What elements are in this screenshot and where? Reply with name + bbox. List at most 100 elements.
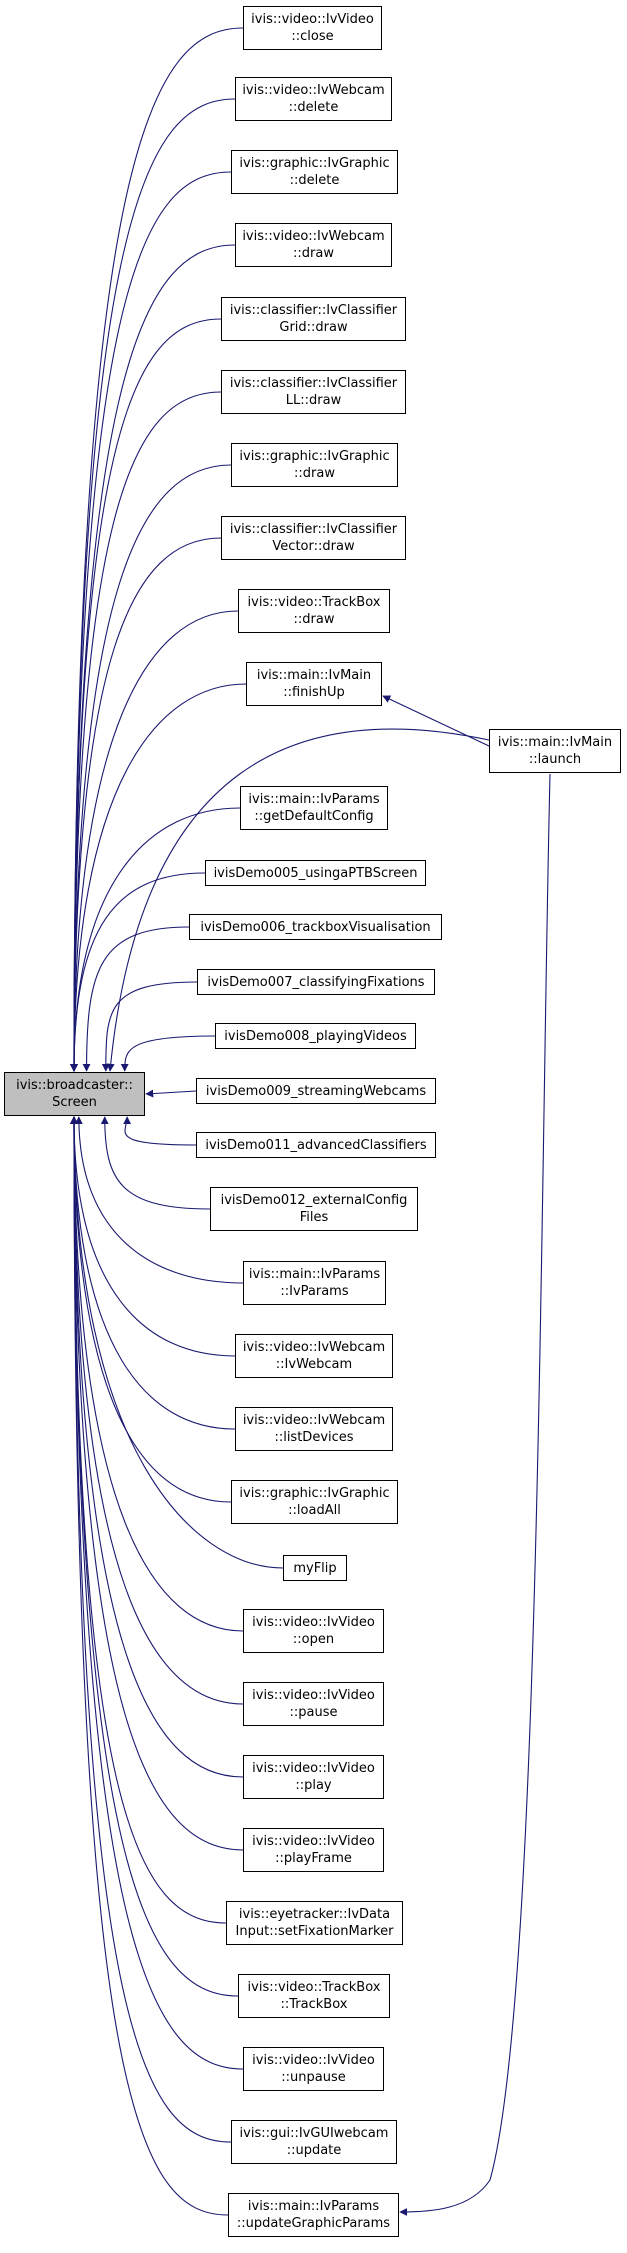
call-graph: ivis::broadcaster:: Screen ivis::main::I…	[0, 0, 627, 2253]
caller-node-line1: ivisDemo007_classifyingFixations	[207, 974, 425, 990]
caller-node[interactable]: ivis::eyetracker::IvDataInput::setFixati…	[226, 1901, 403, 1945]
caller-node[interactable]: ivis::video::IvWebcam::listDevices	[235, 1407, 393, 1451]
caller-node[interactable]: ivis::classifier::IvClassifierGrid::draw	[221, 297, 406, 341]
caller-node-line2: ::update	[286, 2143, 342, 2158]
caller-node-line2: ::IvParams	[280, 1284, 349, 1299]
caller-node-line2: ::finishUp	[283, 685, 345, 700]
edge-caller-to-screen	[100, 1116, 211, 1210]
caller-node[interactable]: ivis::graphic::IvGraphic::delete	[231, 150, 398, 194]
caller-node-line1: ivis::main::IvMain	[256, 668, 372, 683]
edge-caller-to-screen	[70, 872, 206, 1072]
caller-node[interactable]: ivis::video::IvWebcam::delete	[235, 77, 392, 121]
caller-node-line2: Grid::draw	[279, 320, 348, 335]
caller-node-line2: ::pause	[289, 1705, 338, 1720]
edge-caller-to-screen	[70, 610, 239, 1072]
caller-node-line2: ::play	[295, 1778, 332, 1793]
caller-node[interactable]: ivis::classifier::IvClassifierVector::dr…	[221, 516, 406, 560]
caller-node[interactable]: ivis::video::IvVideo::playFrame	[243, 1828, 384, 1872]
caller-node[interactable]: ivis::graphic::IvGraphic::loadAll	[231, 1480, 398, 1524]
edge-caller-to-screen	[123, 1116, 197, 1146]
edge-caller-to-screen	[70, 244, 236, 1072]
caller-node-line1: ivisDemo005_usingaPTBScreen	[213, 865, 418, 881]
caller-node[interactable]: ivis::main::IvMain::finishUp	[246, 662, 382, 706]
caller-node-line2: LL::draw	[285, 393, 342, 408]
caller-node[interactable]: ivisDemo006_trackboxVisualisation	[189, 914, 442, 940]
root-node-screen: ivis::broadcaster:: Screen	[4, 1072, 145, 1116]
caller-node-line1: ivis::graphic::IvGraphic	[239, 156, 390, 171]
caller-node-line1: ivis::video::IvVideo	[252, 2053, 375, 2068]
caller-node-line2: Input::setFixationMarker	[235, 1924, 394, 1939]
caller-node-line1: ivisDemo009_streamingWebcams	[205, 1083, 427, 1099]
caller-node-line1: ivis::video::IvVideo	[252, 1761, 375, 1776]
caller-node-line1: ivisDemo008_playingVideos	[224, 1028, 407, 1044]
edge-caller-to-screen	[70, 1116, 232, 2143]
caller-node[interactable]: ivisDemo011_advancedClassifiers	[196, 1132, 436, 1158]
root-node-line2: Screen	[52, 1095, 97, 1110]
caller-node-line2: Vector::draw	[272, 539, 355, 554]
caller-node[interactable]: ivis::main::IvParams::IvParams	[243, 1261, 386, 1305]
caller-node-line1: ivis::video::TrackBox	[247, 595, 381, 610]
root-node-line1: ivis::broadcaster::	[16, 1078, 133, 1093]
edge-caller-to-screen	[70, 1116, 239, 1997]
caller-node-line2: ::delete	[288, 100, 339, 115]
caller-node-line2: ::listDevices	[274, 1430, 354, 1445]
caller-node[interactable]: ivis::gui::IvGUIwebcam::update	[231, 2120, 397, 2164]
caller-node[interactable]: myFlip	[283, 1555, 347, 1581]
caller-node-line2: ::updateGraphicParams	[236, 2216, 391, 2231]
caller-node[interactable]: ivis::video::IvVideo::unpause	[243, 2047, 384, 2091]
caller-node-line1: ivis::video::IvWebcam	[242, 229, 385, 244]
caller-node[interactable]: ivis::video::TrackBox::draw	[238, 589, 390, 633]
caller-node-line2: ::IvWebcam	[275, 1357, 353, 1372]
caller-node-line2: ::loadAll	[288, 1503, 341, 1518]
caller-node-line1: ivis::main::IvParams	[247, 2199, 380, 2214]
edge-caller-to-screen	[101, 981, 198, 1072]
caller-node-line1: ivis::classifier::IvClassifier	[229, 303, 398, 318]
caller-node[interactable]: ivis::video::IvVideo::pause	[243, 1682, 384, 1726]
caller-node[interactable]: ivis::video::IvWebcam::IvWebcam	[235, 1334, 393, 1378]
caller-node-line1: ivis::video::IvVideo	[252, 1615, 375, 1630]
caller-node-line1: ivis::gui::IvGUIwebcam	[239, 2126, 389, 2141]
edge-caller-to-screen	[70, 1116, 232, 1503]
caller-node[interactable]: ivisDemo007_classifyingFixations	[197, 969, 435, 995]
caller-node[interactable]: ivis::video::IvVideo::play	[243, 1755, 384, 1799]
node-ivmain-launch[interactable]: ivis::main::IvMain ::launch	[489, 729, 621, 773]
caller-node[interactable]: ivis::video::IvVideo::open	[243, 1609, 384, 1653]
caller-node[interactable]: ivis::video::IvWebcam::draw	[235, 223, 392, 267]
caller-node-line2: ::draw	[293, 246, 334, 261]
caller-node-line1: ivisDemo006_trackboxVisualisation	[200, 919, 431, 935]
caller-node[interactable]: ivis::graphic::IvGraphic::draw	[231, 443, 398, 487]
caller-node-line2: ::draw	[293, 612, 335, 627]
caller-node-line1: ivis::eyetracker::IvData	[238, 1907, 391, 1922]
caller-node[interactable]: ivis::video::IvVideo::close	[243, 6, 382, 50]
edge-caller-to-screen	[70, 318, 222, 1072]
edge-caller-to-screen	[82, 926, 190, 1072]
caller-node-line1: ivis::video::IvVideo	[252, 1688, 375, 1703]
caller-node-line2: Files	[299, 1210, 329, 1225]
caller-node-line1: ivisDemo012_externalConfig	[220, 1193, 408, 1208]
caller-node[interactable]: ivis::main::IvParams::updateGraphicParam…	[228, 2193, 399, 2237]
caller-node-line2: ::delete	[289, 173, 340, 188]
caller-node-line2: ::playFrame	[275, 1851, 352, 1866]
launch-node-line2: ::launch	[528, 752, 582, 767]
caller-node[interactable]: ivis::video::TrackBox::TrackBox	[238, 1974, 390, 2018]
caller-node-line1: ivis::classifier::IvClassifier	[229, 522, 398, 537]
caller-node[interactable]: ivisDemo008_playingVideos	[215, 1023, 416, 1049]
caller-node[interactable]: ivis::main::IvParams::getDefaultConfig	[240, 786, 388, 830]
caller-node-line1: ivis::video::IvWebcam	[242, 1340, 386, 1355]
caller-node-line1: ivis::graphic::IvGraphic	[239, 1486, 390, 1501]
caller-node[interactable]: ivis::classifier::IvClassifierLL::draw	[221, 370, 406, 414]
caller-node-line1: ivis::main::IvParams	[248, 1267, 381, 1282]
caller-node-line1: myFlip	[293, 1560, 337, 1576]
caller-node-line1: ivis::classifier::IvClassifier	[229, 376, 398, 391]
caller-node-line2: ::TrackBox	[280, 1997, 348, 2012]
caller-node[interactable]: ivisDemo005_usingaPTBScreen	[205, 860, 426, 886]
caller-node-line2: ::draw	[294, 466, 335, 481]
caller-node[interactable]: ivisDemo012_externalConfig Files	[210, 1187, 418, 1231]
edge-launch-to-finishup	[382, 695, 490, 747]
caller-node-line2: ::getDefaultConfig	[254, 809, 374, 824]
edge-launch-to-screen	[106, 728, 490, 1072]
caller-node-line1: ivis::video::IvVideo	[251, 12, 374, 27]
caller-node[interactable]: ivisDemo009_streamingWebcams	[196, 1078, 436, 1104]
edge-caller-to-screen	[120, 1035, 216, 1072]
caller-node-line1: ivis::video::TrackBox	[247, 1980, 381, 1995]
